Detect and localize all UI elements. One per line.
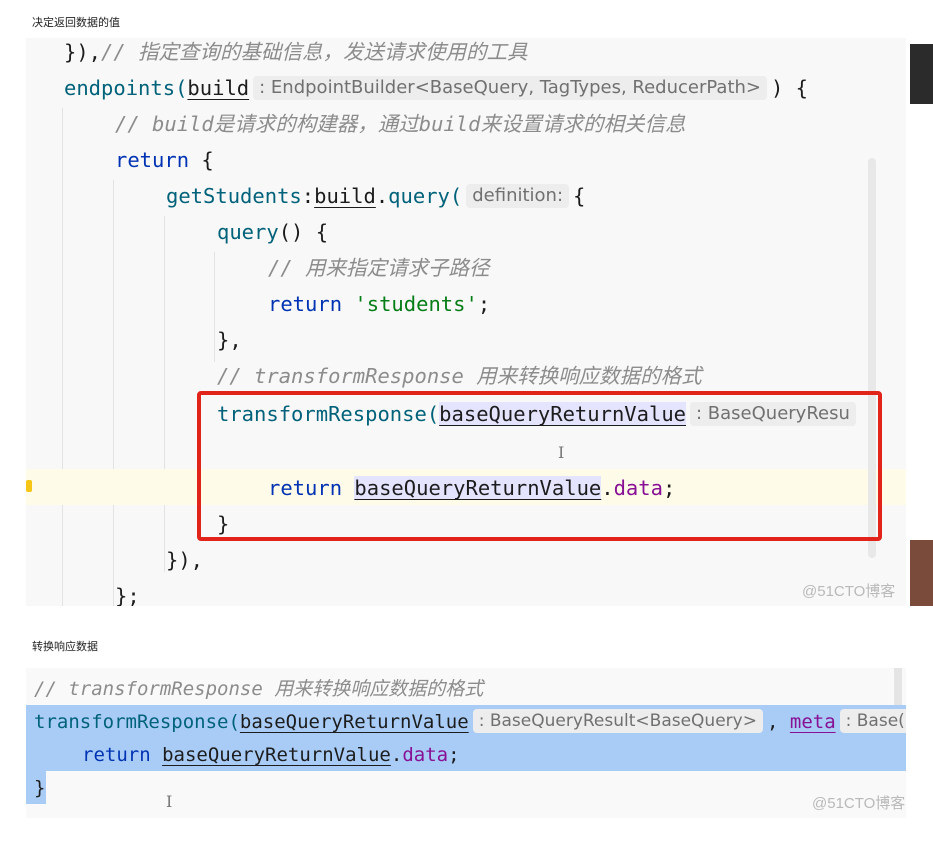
- code-screenshot-1: }),// 指定查询的基础信息，发送请求使用的工具 endpoints(buil…: [26, 38, 906, 606]
- code-line-2: endpoints(build: EndpointBuilder<BaseQue…: [64, 76, 809, 100]
- code-line-7: // 用来指定请求子路径: [268, 256, 490, 280]
- code-line-8: return 'students';: [268, 292, 491, 316]
- code-line-2: transformResponse(baseQueryReturnValue: …: [34, 706, 906, 739]
- code-line-1: }),// 指定查询的基础信息，发送请求使用的工具: [64, 40, 528, 64]
- code-line-5: getStudents:build.query(definition:{: [166, 184, 586, 208]
- scrollbar[interactable]: [894, 668, 902, 708]
- watermark: @51CTO博客: [812, 795, 906, 812]
- side-thumbnail: [910, 540, 933, 606]
- inlay-hint: : Base(: [839, 709, 906, 733]
- text-cursor-icon: I: [166, 792, 173, 811]
- code-screenshot-2: // transformResponse 用来转换响应数据的格式 transfo…: [26, 668, 906, 818]
- code-line-3: // build是请求的构建器，通过build来设置请求的相关信息: [115, 112, 686, 136]
- breakpoint-marker: [26, 480, 32, 492]
- code-line-6: query() {: [217, 220, 329, 244]
- highlight-box: [197, 391, 882, 541]
- caption-title-2: 转换响应数据: [32, 640, 98, 653]
- inlay-hint: definition:: [466, 184, 570, 208]
- code-line-4: }: [34, 777, 46, 799]
- indent-guide: [113, 180, 114, 606]
- inlay-hint: : EndpointBuilder<BaseQuery, TagTypes, R…: [253, 76, 767, 100]
- watermark: @51CTO博客: [802, 583, 896, 600]
- code-line-16: };: [115, 584, 140, 606]
- code-line-4: return {: [115, 148, 214, 172]
- side-thumbnail: [910, 44, 933, 104]
- indent-guide: [62, 108, 63, 606]
- code-line-9: },: [217, 328, 242, 352]
- code-line-15: }),: [166, 548, 204, 572]
- code-line-1: // transformResponse 用来转换响应数据的格式: [34, 678, 484, 700]
- indent-guide: [214, 252, 215, 362]
- indent-guide: [164, 216, 165, 572]
- inlay-hint: : BaseQueryResult<BaseQuery>: [472, 709, 763, 733]
- caption-title-1: 决定返回数据的值: [32, 16, 120, 29]
- code-line-3: return baseQueryReturnValue.data;: [82, 744, 460, 766]
- code-line-10: // transformResponse 用来转换响应数据的格式: [217, 364, 702, 388]
